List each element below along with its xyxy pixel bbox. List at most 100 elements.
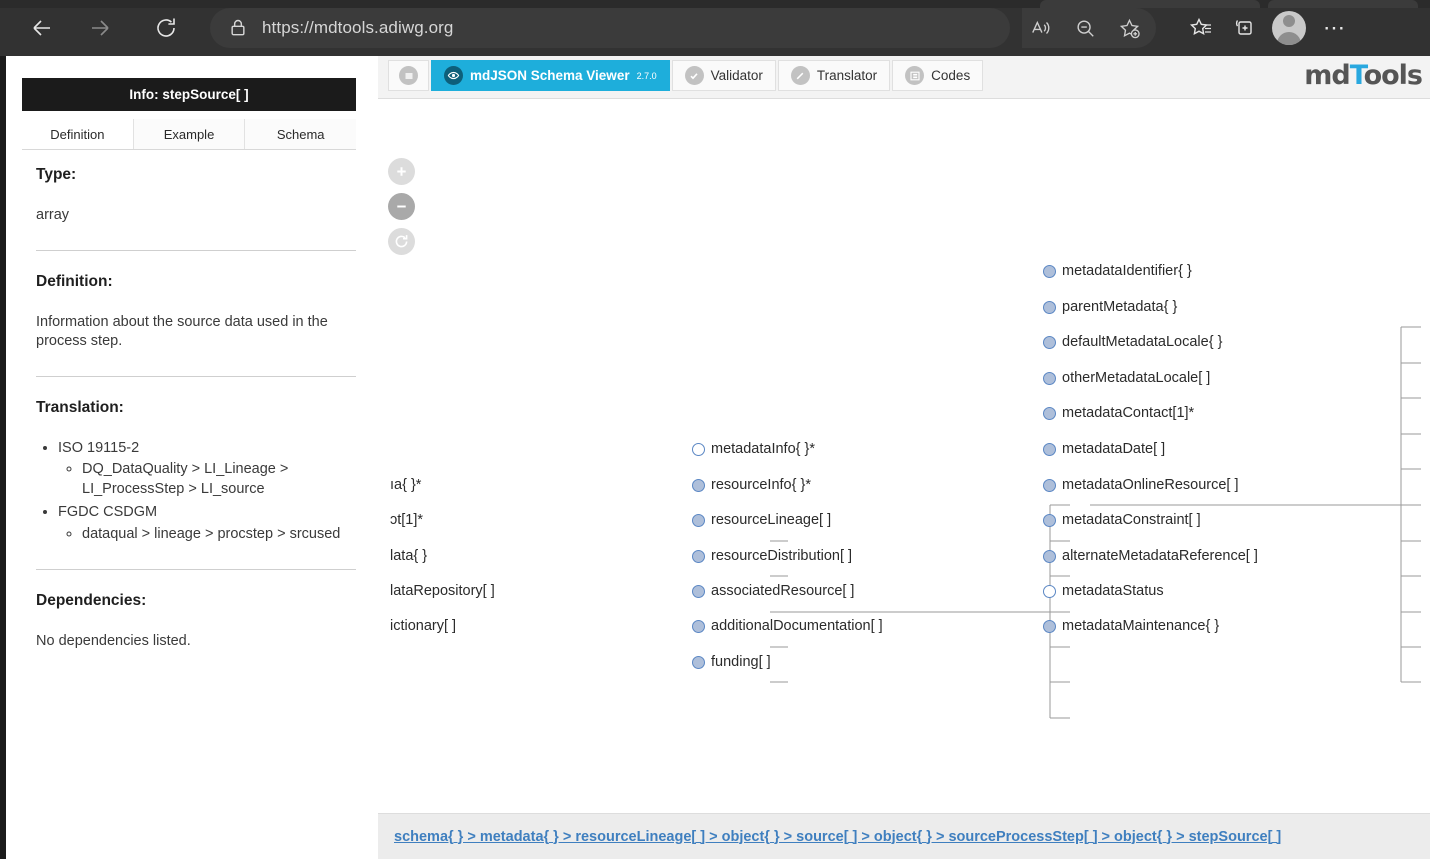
browser-chrome: https://mdtools.adiwg.org ⋯ (0, 0, 1430, 56)
url-text: https://mdtools.adiwg.org (262, 18, 454, 37)
tree-node[interactable]: ɔt[1]* (390, 510, 423, 530)
type-value: array (36, 207, 70, 223)
tree-node[interactable]: funding[ ] (692, 652, 771, 672)
tree-node[interactable]: resourceDistribution[ ] (692, 546, 852, 566)
tree-node-label: associatedResource[ ] (711, 583, 855, 599)
tab-validator-label: Validator (710, 68, 763, 83)
tree-node[interactable]: metadataContact[1]* (1043, 403, 1194, 423)
forward-button[interactable] (80, 8, 120, 48)
tab-translator-label: Translator (816, 68, 878, 83)
node-dot-collapsed-icon[interactable] (692, 478, 705, 492)
tab-schema-viewer-version: 2.7.0 (636, 70, 657, 81)
tree-node-label: lata{ } (390, 548, 428, 564)
tree-node[interactable]: resourceLineage[ ] (692, 510, 831, 530)
tree-node[interactable]: additionalDocumentation[ ] (692, 616, 883, 636)
node-dot-collapsed-icon[interactable] (1043, 478, 1056, 492)
tree-node-label: metadataConstraint[ ] (1062, 512, 1201, 528)
node-dot-collapsed-icon[interactable] (692, 549, 705, 563)
tree-node[interactable]: lataRepository[ ] (390, 581, 495, 601)
dependencies-label: Dependencies: (36, 591, 147, 609)
list-icon (905, 66, 925, 85)
tree-node[interactable]: ictionary[ ] (390, 616, 456, 636)
tree-node[interactable]: metadataStatus (1043, 581, 1164, 601)
tree-node[interactable]: metadataOnlineResource[ ] (1043, 475, 1239, 495)
tree-node[interactable]: resourceInfo{ }* (692, 475, 811, 495)
tree-node-label: metadataDate[ ] (1062, 441, 1166, 457)
node-dot-collapsed-icon[interactable] (1043, 442, 1056, 456)
tree-node[interactable]: lata{ } (390, 546, 427, 566)
tree-node[interactable]: parentMetadata{ } (1043, 297, 1177, 317)
node-dot-collapsed-icon[interactable] (692, 655, 705, 669)
collections-icon[interactable] (1224, 9, 1262, 47)
mdtools-logo: mdTools (1304, 60, 1423, 91)
tab-schema[interactable]: Schema (245, 119, 357, 149)
browser-right-icons: ⋯ (1182, 8, 1354, 48)
tree-node[interactable]: alternateMetadataReference[ ] (1043, 546, 1258, 566)
node-dot-collapsed-icon[interactable] (1043, 549, 1056, 563)
info-panel-header: Info: stepSource[ ] (22, 78, 356, 111)
tree-node-label: ɔt[1]* (390, 512, 424, 528)
hamburger-icon (399, 66, 418, 85)
translation-item: FGDC CSDGM dataqual > lineage > procstep… (58, 503, 356, 544)
info-panel-body: Type: array Definition: Information abou… (36, 166, 356, 651)
tab-example[interactable]: Example (133, 119, 246, 149)
avatar[interactable] (1272, 11, 1306, 45)
tab-definition[interactable]: Definition (22, 119, 134, 149)
tab-translator[interactable]: Translator (777, 60, 891, 91)
translation-label: Translation: (36, 398, 124, 416)
tree-node[interactable]: associatedResource[ ] (692, 581, 854, 601)
node-dot-collapsed-icon[interactable] (692, 619, 705, 633)
address-bar-actions (1022, 8, 1156, 48)
translation-item: ISO 19115-2 DQ_DataQuality > LI_Lineage … (58, 439, 356, 500)
schema-tree-canvas[interactable]: ıa{ }* ɔt[1]* lata{ } lataRepository[ ] icti… (378, 99, 1430, 811)
breadcrumb[interactable]: schema{ } > metadata{ } > resourceLineag… (394, 829, 1281, 845)
node-dot-collapsed-icon[interactable] (692, 584, 705, 598)
translation-standard: ISO 19115-2 (58, 439, 140, 456)
node-dot-expanded-icon[interactable] (692, 442, 705, 456)
favorites-icon[interactable] (1182, 9, 1220, 47)
tree-node-label: metadataContact[1]* (1062, 405, 1195, 421)
node-dot-collapsed-icon[interactable] (1043, 371, 1056, 385)
tab-schema-viewer[interactable]: mdJSON Schema Viewer 2.7.0 (431, 60, 670, 91)
logo-hammer-t: T (1349, 60, 1365, 91)
app-menu-button[interactable] (388, 60, 429, 91)
tree-node-label: ıa{ }* (390, 477, 422, 493)
tree-node[interactable]: ıa{ }* (390, 475, 421, 495)
node-dot-collapsed-icon[interactable] (692, 513, 705, 527)
tree-node[interactable]: defaultMetadataLocale{ } (1043, 332, 1222, 352)
tab-validator[interactable]: Validator (671, 60, 776, 91)
info-panel: Info: stepSource[ ] Definition Example S… (6, 56, 378, 859)
tab-codes[interactable]: Codes (892, 60, 984, 91)
node-dot-collapsed-icon[interactable] (1043, 335, 1056, 349)
node-dot-collapsed-icon[interactable] (1043, 300, 1056, 314)
tree-node[interactable]: metadataDate[ ] (1043, 439, 1165, 459)
add-favorite-icon[interactable] (1110, 9, 1148, 47)
tree-node[interactable]: metadataConstraint[ ] (1043, 510, 1201, 530)
back-button[interactable] (22, 8, 62, 48)
tree-node-label: metadataMaintenance{ } (1062, 618, 1220, 634)
tree-node[interactable]: otherMetadataLocale[ ] (1043, 368, 1210, 388)
address-bar[interactable]: https://mdtools.adiwg.org (210, 8, 1010, 48)
browser-tab[interactable] (1040, 0, 1260, 8)
page-content: Info: stepSource[ ] Definition Example S… (0, 56, 1430, 859)
tree-node[interactable]: metadataInfo{ }* (692, 439, 815, 459)
node-dot-collapsed-icon[interactable] (1043, 406, 1056, 420)
zoom-icon[interactable] (1066, 9, 1104, 47)
node-dot-collapsed-icon[interactable] (1043, 619, 1056, 633)
tree-node[interactable]: metadataIdentifier{ } (1043, 261, 1192, 281)
refresh-button[interactable] (146, 8, 186, 48)
browser-tab[interactable] (1268, 0, 1418, 8)
definition-label: Definition: (36, 272, 113, 290)
tree-node[interactable]: metadataMaintenance{ } (1043, 616, 1219, 636)
tree-node-label: metadataIdentifier{ } (1062, 263, 1192, 279)
node-dot-expanded-icon[interactable] (1043, 584, 1056, 598)
settings-and-more-icon[interactable]: ⋯ (1316, 9, 1354, 47)
read-aloud-icon[interactable] (1022, 9, 1060, 47)
tree-node-label: otherMetadataLocale[ ] (1062, 370, 1211, 386)
tree-node-label: metadataStatus (1062, 583, 1164, 599)
node-dot-collapsed-icon[interactable] (1043, 513, 1056, 527)
tree-node-label: resourceInfo{ }* (711, 477, 811, 493)
node-dot-collapsed-icon[interactable] (1043, 264, 1056, 278)
translation-list: ISO 19115-2 DQ_DataQuality > LI_Lineage … (36, 439, 356, 545)
browser-tab-strip (0, 0, 1430, 8)
